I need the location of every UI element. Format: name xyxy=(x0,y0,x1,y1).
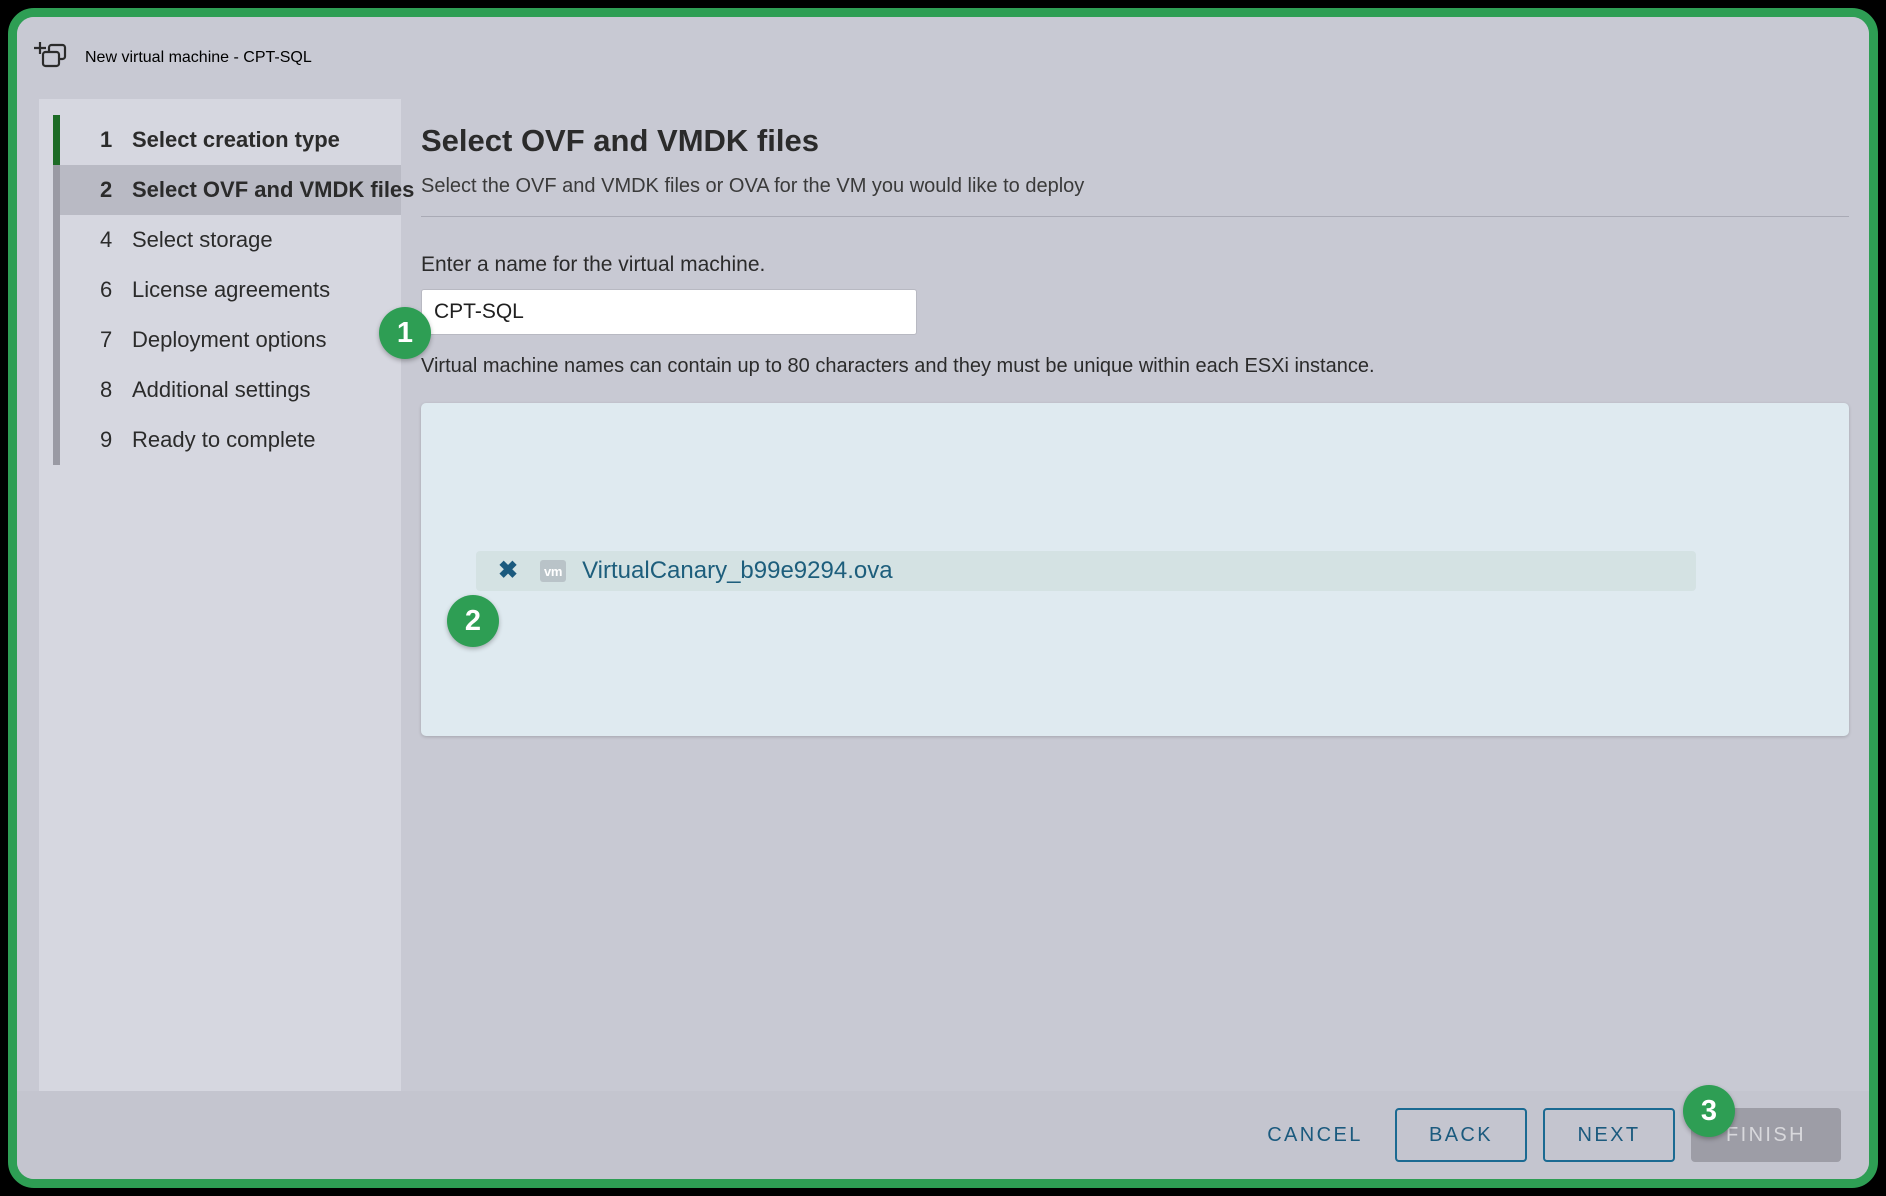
page-title: New virtual machine - CPT-SQL xyxy=(85,49,312,66)
step-label: Select OVF and VMDK files xyxy=(132,177,415,202)
annotation-badge-2: 2 xyxy=(447,595,499,647)
vm-name-label: Enter a name for the virtual machine. xyxy=(421,253,766,276)
dialog-footer: CANCEL BACK NEXT FINISH xyxy=(17,1091,1869,1179)
step-number: 6 xyxy=(100,277,113,302)
step-number: 2 xyxy=(100,177,113,202)
step-number: 4 xyxy=(100,227,113,252)
step-number: 8 xyxy=(100,377,113,402)
step-number: 7 xyxy=(100,327,113,352)
step-progress-rail xyxy=(53,115,60,465)
step-label: Ready to complete xyxy=(132,427,316,452)
list-item[interactable]: ✖ vm VirtualCanary_b99e9294.ova xyxy=(476,551,1696,591)
step-label: License agreements xyxy=(132,277,331,302)
vm-name-hint: Virtual machine names can contain up to … xyxy=(421,355,1375,377)
wizard-content-pane: Select OVF and VMDK files Select the OVF… xyxy=(401,99,1869,1107)
sidebar-step-1[interactable]: 1 Select creation type xyxy=(60,115,401,165)
vm-file-type-icon: vm xyxy=(540,560,567,582)
highlighted-dialog-frame: New virtual machine - CPT-SQL 1 Select c… xyxy=(8,8,1878,1188)
annotation-badge-3: 3 xyxy=(1683,1085,1735,1137)
sidebar-step-7[interactable]: 7 Deployment options xyxy=(60,315,401,365)
new-vm-icon xyxy=(31,36,75,80)
sidebar-step-9[interactable]: 9 Ready to complete xyxy=(60,415,401,465)
dialog-titlebar: New virtual machine - CPT-SQL xyxy=(17,17,1869,99)
file-name-label: VirtualCanary_b99e9294.ova xyxy=(582,557,893,584)
dialog-body: 1 Select creation type 2 Select OVF and … xyxy=(17,99,1869,1109)
step-number: 1 xyxy=(100,127,113,152)
step-label: Select creation type xyxy=(132,127,340,152)
step-label: Additional settings xyxy=(132,377,311,402)
content-subheading: Select the OVF and VMDK files or OVA for… xyxy=(421,175,1849,217)
step-label: Select storage xyxy=(132,227,273,252)
step-progress-completed xyxy=(53,115,60,165)
step-label: Deployment options xyxy=(132,327,327,352)
sidebar-step-6[interactable]: 6 License agreements xyxy=(60,265,401,315)
close-icon[interactable]: ✖ xyxy=(498,559,518,583)
wizard-sidebar: 1 Select creation type 2 Select OVF and … xyxy=(39,99,414,1107)
wizard-step-list: 1 Select creation type 2 Select OVF and … xyxy=(60,115,414,465)
sidebar-step-8[interactable]: 8 Additional settings xyxy=(60,365,401,415)
cancel-button[interactable]: CANCEL xyxy=(1251,1108,1379,1162)
back-button[interactable]: BACK xyxy=(1395,1108,1527,1162)
screenshot-root: New virtual machine - CPT-SQL 1 Select c… xyxy=(0,0,1886,1196)
step-number: 9 xyxy=(100,427,113,452)
sidebar-step-2[interactable]: 2 Select OVF and VMDK files xyxy=(60,165,414,215)
next-button[interactable]: NEXT xyxy=(1543,1108,1675,1162)
vm-name-input[interactable] xyxy=(421,289,917,335)
ovf-file-dropzone[interactable]: ✖ vm VirtualCanary_b99e9294.ova xyxy=(421,403,1849,736)
annotation-badge-1: 1 xyxy=(379,307,431,359)
content-heading: Select OVF and VMDK files xyxy=(421,123,819,158)
sidebar-step-4[interactable]: 4 Select storage xyxy=(60,215,401,265)
